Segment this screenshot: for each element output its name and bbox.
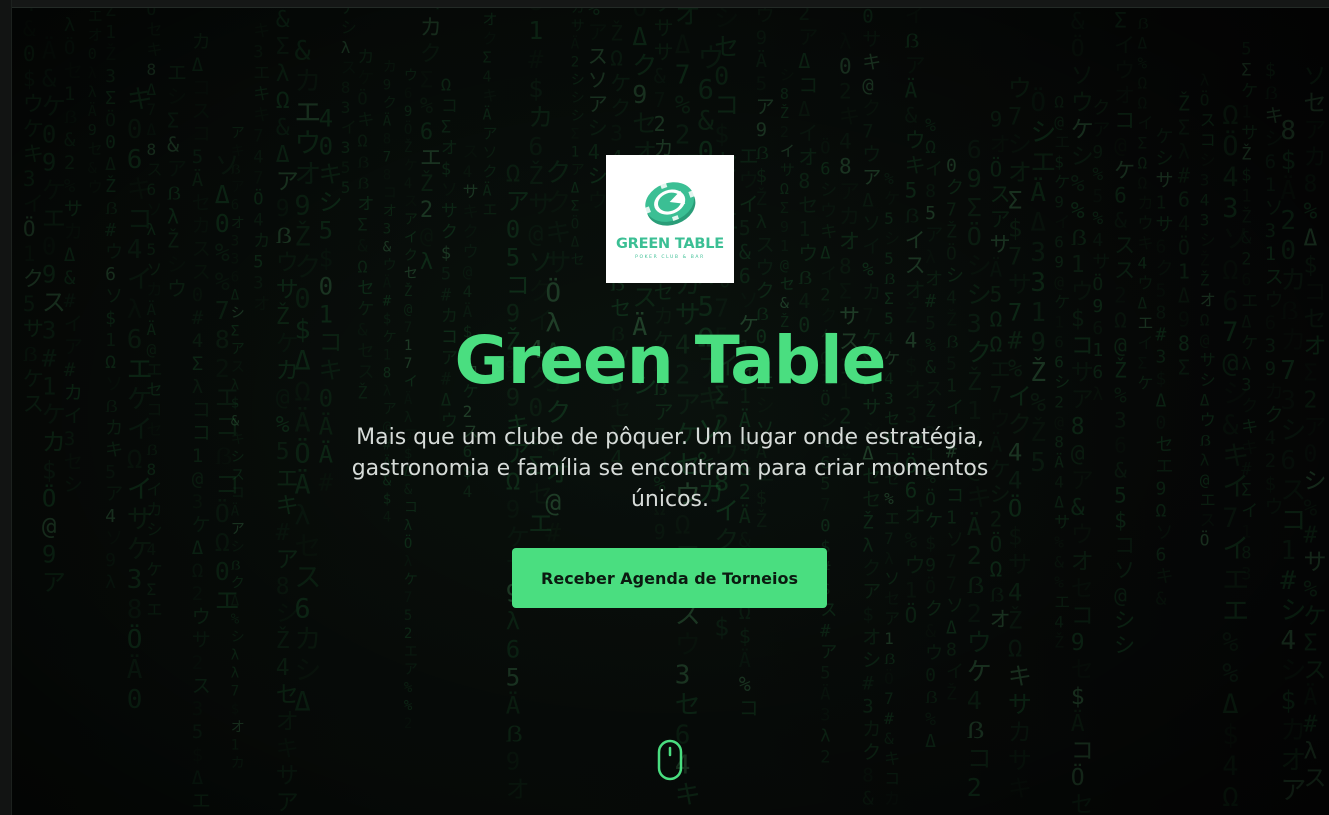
receive-tournament-schedule-button[interactable]: Receber Agenda de Torneios bbox=[512, 548, 827, 608]
logo-tagline: POKER CLUB & BAR bbox=[635, 255, 705, 260]
hero-section: 4&0$ウケキ3イÖ1ク5サẞケスÄ&ケ09ケエ09ス3#1ケカ$Ö@9アλÖセ… bbox=[12, 8, 1329, 815]
hero-title: Green Table bbox=[454, 322, 887, 399]
logo-wordmark: GREEN TABLE bbox=[615, 236, 725, 252]
top-border bbox=[0, 0, 1329, 8]
poker-chip-icon bbox=[644, 182, 696, 226]
logo[interactable]: GREEN TABLE POKER CLUB & BAR bbox=[606, 155, 734, 283]
mouse-icon[interactable] bbox=[657, 739, 683, 781]
background-overlay bbox=[12, 8, 1329, 815]
left-border bbox=[0, 0, 12, 815]
browser-viewport: 4&0$ウケキ3イÖ1ク5サẞケスÄ&ケ09ケエ09ス3#1ケカ$Ö@9アλÖセ… bbox=[0, 0, 1329, 815]
hero-subtitle: Mais que um clube de pôquer. Um lugar on… bbox=[351, 425, 989, 512]
